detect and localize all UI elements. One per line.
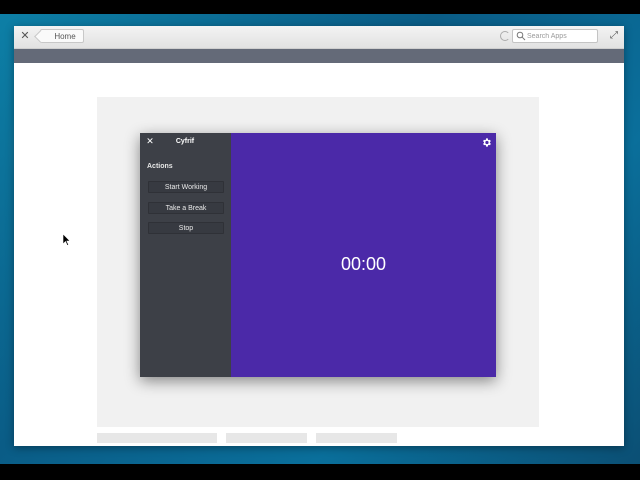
search-icon — [516, 31, 526, 41]
close-icon: ✕ — [146, 137, 154, 147]
maximize-icon[interactable]: ⤢ — [608, 30, 620, 42]
cyfrif-app-screenshot: ✕ Cyfrif Actions Start Working Take a Br… — [140, 133, 496, 377]
gear-icon — [483, 138, 491, 147]
description-text-cutoff — [97, 433, 397, 443]
mouse-cursor-icon — [63, 234, 71, 246]
search-field[interactable] — [512, 29, 598, 43]
cyfrif-sidebar: ✕ Cyfrif Actions Start Working Take a Br… — [140, 133, 231, 377]
stop-button: Stop — [148, 222, 224, 234]
appcenter-headerbar: ✕ Home ⤢ — [14, 26, 624, 49]
app-banner — [14, 49, 624, 63]
cyfrif-title: Cyfrif — [175, 138, 195, 145]
start-working-button: Start Working — [148, 181, 224, 193]
cyfrif-timer-panel: 00:00 — [231, 133, 496, 377]
loading-spinner-icon — [500, 31, 510, 41]
actions-label: Actions — [147, 163, 173, 170]
search-input[interactable] — [527, 30, 595, 42]
screen-bottom-bar — [0, 464, 640, 480]
take-a-break-button: Take a Break — [148, 202, 224, 214]
close-icon[interactable]: ✕ — [18, 29, 32, 43]
screen-top-bar — [0, 0, 640, 14]
timer-display: 00:00 — [340, 254, 387, 274]
home-button[interactable]: Home — [40, 29, 84, 43]
